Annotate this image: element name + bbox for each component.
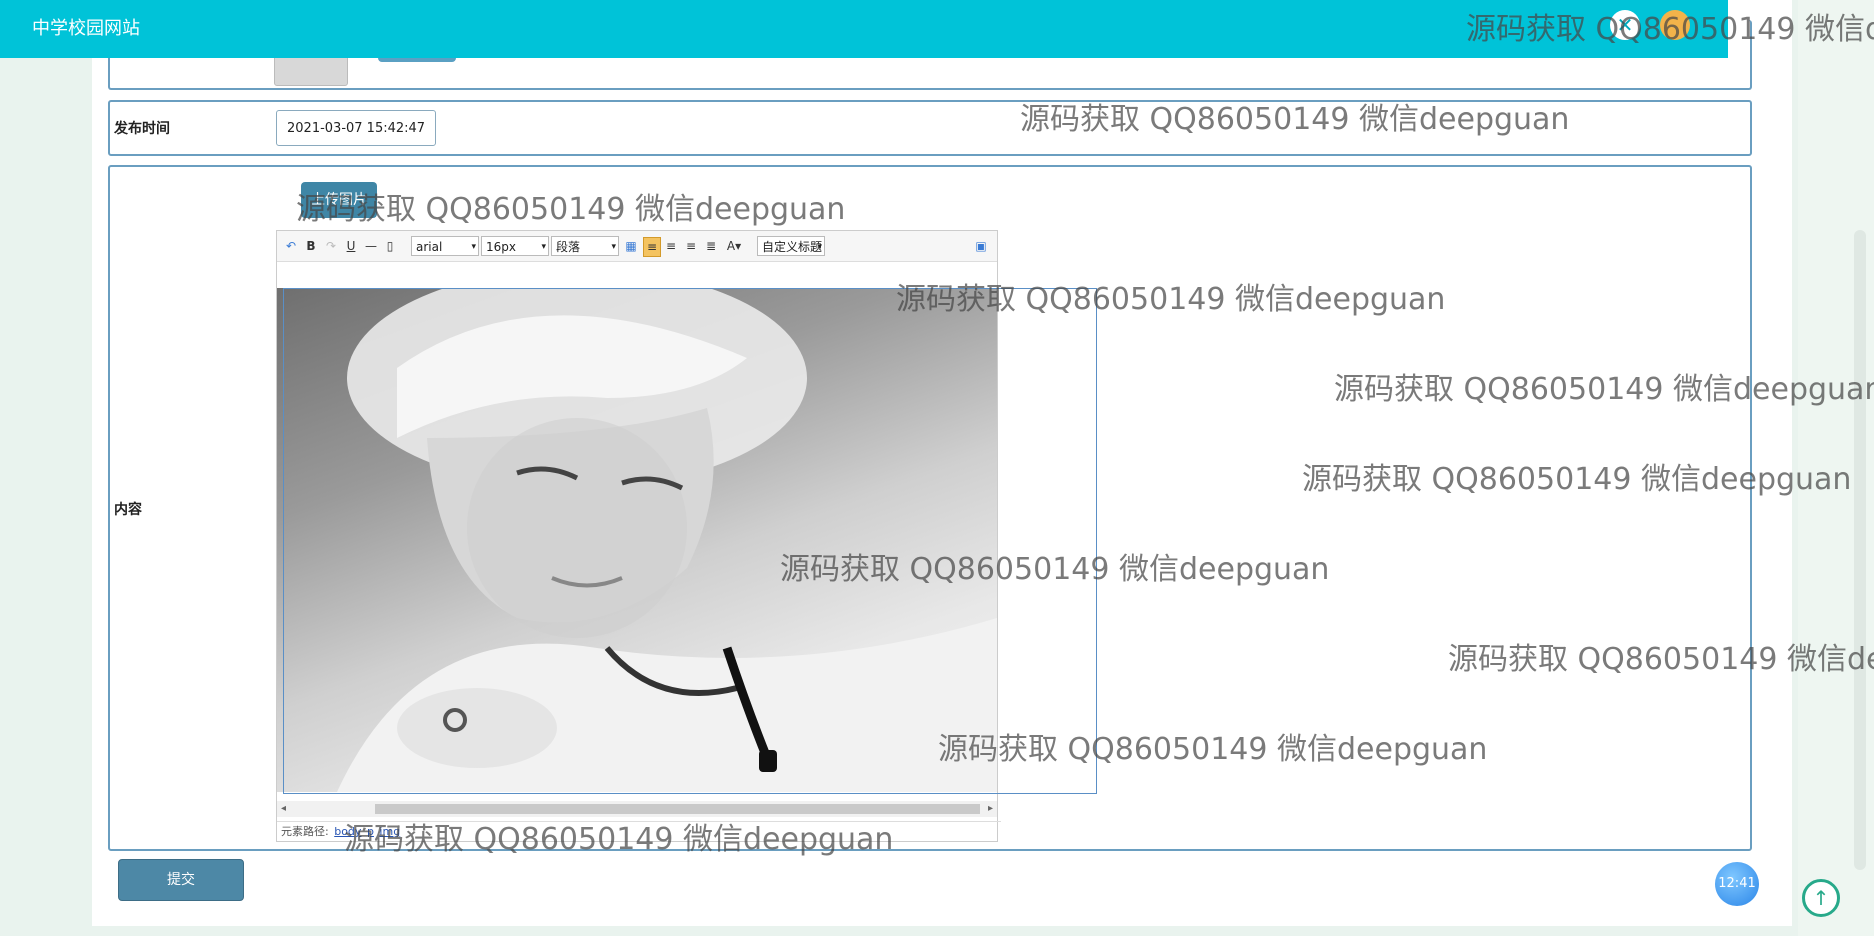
align-left-icon[interactable]: ≡ <box>643 237 661 257</box>
underline-icon[interactable]: U <box>343 237 359 255</box>
editor-toolbar: ↶ B ↷ U — ▯ arial ▾ 16px ▾ 段落 ▾ ▦ ≡ ≡ ≡ ≣ A… <box>277 231 997 262</box>
horizontal-rule-icon[interactable]: — <box>363 237 379 255</box>
align-right-icon[interactable]: ≡ <box>683 237 699 255</box>
image-selection-frame[interactable] <box>283 288 1097 794</box>
watermark: 源码获取 QQ86050149 微信deepguan <box>1466 12 1874 47</box>
watermark: 源码获取 QQ86050149 微信deepguan <box>780 552 1330 587</box>
bold-icon[interactable]: B <box>303 237 319 255</box>
table-icon[interactable]: ▦ <box>623 237 639 255</box>
fullscreen-icon[interactable]: ▣ <box>973 237 989 255</box>
undo-icon[interactable]: ↶ <box>283 237 299 255</box>
publish-time-label: 发布时间 <box>114 121 170 137</box>
watermark: 源码获取 QQ86050149 微信deepguan <box>896 282 1446 317</box>
publish-time-input[interactable]: 2021-03-07 15:42:47 <box>276 110 436 146</box>
font-size-select[interactable]: 16px ▾ <box>481 236 549 256</box>
page-scrollbar-thumb[interactable] <box>1854 230 1866 870</box>
font-size-value: 16px <box>486 240 516 254</box>
watermark: 源码获取 QQ86050149 微信deepguan <box>296 192 846 227</box>
editor-content-area[interactable] <box>277 262 1097 802</box>
submit-button[interactable]: 提交 <box>118 859 244 901</box>
font-family-select[interactable]: arial ▾ <box>411 236 479 256</box>
watermark: 源码获取 QQ86050149 微信deepguan <box>1302 462 1852 497</box>
watermark: 源码获取 QQ86050149 微信deepguan <box>938 732 1488 767</box>
watermark: 源码获取 QQ86050149 微信deepguan <box>1020 102 1570 137</box>
paragraph-select[interactable]: 段落 ▾ <box>551 236 619 256</box>
font-color-icon[interactable]: A▾ <box>723 237 745 255</box>
justify-icon[interactable]: ≣ <box>703 237 719 255</box>
redo-icon[interactable]: ↷ <box>323 237 339 255</box>
scroll-right-icon[interactable]: ▸ <box>988 801 993 817</box>
content-label: 内容 <box>114 502 142 518</box>
back-to-top-icon[interactable]: ↑ <box>1802 879 1840 917</box>
content-row: 内容 上传图片 ↶ B ↷ U — ▯ arial ▾ 16px ▾ 段落 ▾ ▦ ≡… <box>108 165 1752 851</box>
paragraph-value: 段落 <box>556 240 581 254</box>
editor-scroll-thumb[interactable] <box>375 804 980 814</box>
site-title: 中学校园网站 <box>32 18 140 38</box>
rich-text-editor[interactable]: ↶ B ↷ U — ▯ arial ▾ 16px ▾ 段落 ▾ ▦ ≡ ≡ ≡ ≣ A… <box>276 230 1097 842</box>
align-center-icon[interactable]: ≡ <box>663 237 679 255</box>
element-path-label: 元素路径: <box>281 825 329 838</box>
custom-title-value: 自定义标题 <box>762 240 823 254</box>
watermark: 源码获取 QQ86050149 微信deepguan <box>344 822 894 857</box>
watermark: 源码获取 QQ86050149 微信deepguan <box>1448 642 1874 677</box>
font-family-value: arial <box>416 240 443 254</box>
custom-title-select[interactable]: 自定义标题 ▾ <box>757 236 825 256</box>
clock-widget: 12:41 <box>1715 862 1759 906</box>
watermark: 源码获取 QQ86050149 微信deepguan <box>1334 372 1874 407</box>
paste-icon[interactable]: ▯ <box>383 237 397 255</box>
scroll-left-icon[interactable]: ◂ <box>281 801 286 817</box>
